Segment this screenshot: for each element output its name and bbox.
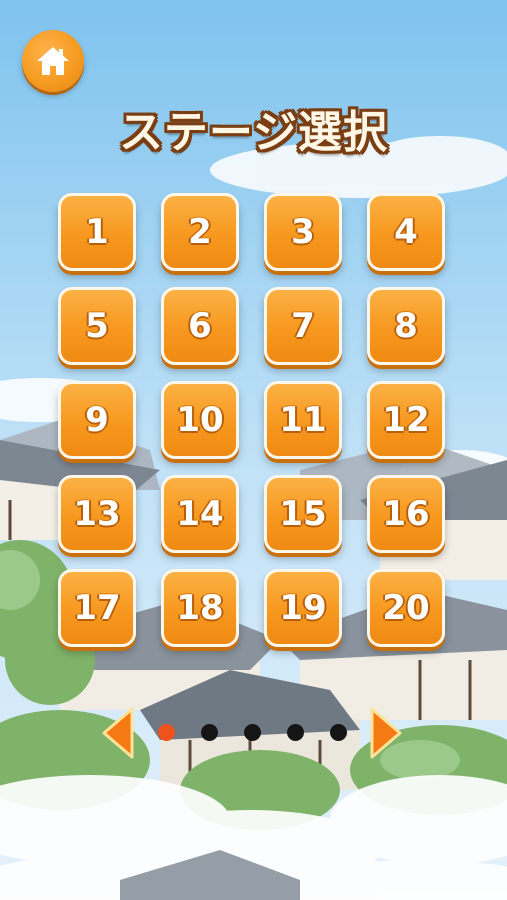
stage-number: 9 <box>85 400 109 440</box>
stage-grid: 1 2 3 4 5 6 7 8 9 10 11 12 13 14 15 16 17 18 19 20 <box>58 193 450 647</box>
page-dot-5[interactable] <box>330 724 347 741</box>
stage-button-2[interactable]: 2 <box>161 193 239 271</box>
stage-number: 14 <box>176 494 224 534</box>
stage-button-7[interactable]: 7 <box>264 287 342 365</box>
stage-number: 20 <box>382 588 430 628</box>
stage-number: 6 <box>188 306 212 346</box>
stage-button-12[interactable]: 12 <box>367 381 445 459</box>
stage-number: 13 <box>73 494 121 534</box>
arrow-right-icon[interactable] <box>368 705 404 761</box>
stage-button-10[interactable]: 10 <box>161 381 239 459</box>
page-dot-1[interactable] <box>158 724 175 741</box>
arrow-left-icon[interactable] <box>100 705 136 761</box>
stage-number: 11 <box>279 400 327 440</box>
stage-number: 4 <box>394 212 418 252</box>
home-button[interactable] <box>22 30 84 92</box>
stage-button-19[interactable]: 19 <box>264 569 342 647</box>
stage-button-4[interactable]: 4 <box>367 193 445 271</box>
page-dot-4[interactable] <box>287 724 304 741</box>
stage-number: 8 <box>394 306 418 346</box>
stage-number: 19 <box>279 588 327 628</box>
page-indicator <box>100 705 410 761</box>
stage-button-1[interactable]: 1 <box>58 193 136 271</box>
stage-button-11[interactable]: 11 <box>264 381 342 459</box>
stage-button-14[interactable]: 14 <box>161 475 239 553</box>
page-dot-3[interactable] <box>244 724 261 741</box>
stage-button-16[interactable]: 16 <box>367 475 445 553</box>
stage-number: 12 <box>382 400 430 440</box>
stage-number: 3 <box>291 212 315 252</box>
page-dots <box>158 724 347 741</box>
stage-button-8[interactable]: 8 <box>367 287 445 365</box>
home-icon <box>37 47 69 75</box>
stage-button-9[interactable]: 9 <box>58 381 136 459</box>
stage-button-15[interactable]: 15 <box>264 475 342 553</box>
stage-button-18[interactable]: 18 <box>161 569 239 647</box>
stage-button-20[interactable]: 20 <box>367 569 445 647</box>
stage-number: 10 <box>176 400 224 440</box>
stage-number: 15 <box>279 494 327 534</box>
stage-button-13[interactable]: 13 <box>58 475 136 553</box>
stage-number: 2 <box>188 212 212 252</box>
stage-number: 5 <box>85 306 109 346</box>
stage-button-17[interactable]: 17 <box>58 569 136 647</box>
page-dot-2[interactable] <box>201 724 218 741</box>
stage-number: 1 <box>85 212 109 252</box>
stage-button-6[interactable]: 6 <box>161 287 239 365</box>
stage-number: 7 <box>291 306 315 346</box>
stage-button-5[interactable]: 5 <box>58 287 136 365</box>
stage-number: 16 <box>382 494 430 534</box>
stage-number: 18 <box>176 588 224 628</box>
page-title: ステージ選択 <box>118 107 389 158</box>
stage-button-3[interactable]: 3 <box>264 193 342 271</box>
stage-number: 17 <box>73 588 121 628</box>
